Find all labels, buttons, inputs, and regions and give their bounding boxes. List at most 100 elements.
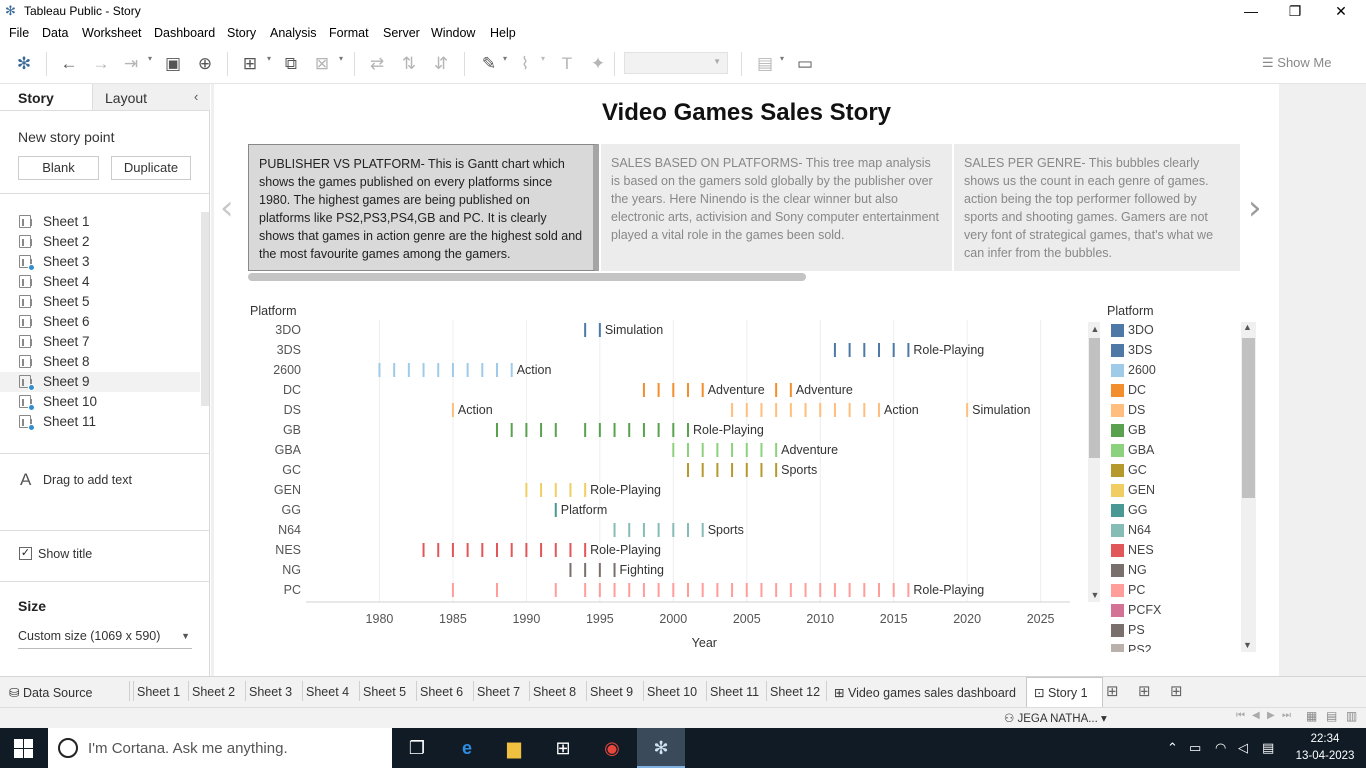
tab-dashboard[interactable]: ⊞ Video games sales dashboard [834, 685, 1016, 700]
gantt-mark[interactable] [628, 523, 631, 537]
legend-item[interactable]: PS2 [1111, 642, 1231, 652]
gantt-mark[interactable] [569, 563, 572, 577]
clear-sheet-icon[interactable]: ⊠ [311, 53, 333, 75]
tab-sheet[interactable]: Sheet 11 [710, 685, 759, 699]
wifi-icon[interactable]: ◠ [1215, 740, 1226, 756]
gantt-mark[interactable] [833, 343, 836, 357]
tab-sheet[interactable]: Sheet 3 [249, 685, 292, 699]
story-points-scrollbar[interactable] [248, 273, 806, 281]
gantt-mark[interactable] [598, 323, 601, 337]
gantt-mark[interactable] [687, 443, 689, 457]
legend-item[interactable]: DC [1111, 382, 1231, 402]
menu-window[interactable]: Window [431, 26, 475, 40]
gantt-mark[interactable] [540, 543, 543, 557]
duplicate-button[interactable]: Duplicate [111, 156, 191, 180]
show-me-button[interactable]: ☰ Show Me [1262, 55, 1331, 71]
legend-item[interactable]: 2600 [1111, 362, 1231, 382]
gantt-mark[interactable] [701, 523, 704, 537]
gantt-mark[interactable] [466, 363, 469, 377]
gantt-mark[interactable] [775, 383, 778, 397]
show-filmstrip-icon[interactable]: ▦ [1306, 709, 1317, 723]
gantt-mark[interactable] [540, 483, 543, 497]
gantt-mark[interactable] [584, 543, 587, 557]
sheet-list-item[interactable]: Sheet 7 [0, 332, 200, 352]
legend-item[interactable]: GC [1111, 462, 1231, 482]
gantt-mark[interactable] [451, 543, 454, 557]
scroll-up-icon[interactable]: ▲ [1091, 324, 1100, 334]
gantt-mark[interactable] [422, 543, 425, 557]
gantt-mark[interactable] [892, 583, 895, 597]
fit-dropdown[interactable]: ▼ [624, 52, 728, 74]
menu-worksheet[interactable]: Worksheet [82, 26, 142, 40]
gantt-mark[interactable] [878, 343, 880, 357]
gantt-mark[interactable] [554, 543, 557, 557]
gantt-mark[interactable] [598, 423, 601, 437]
tab-sheet[interactable]: Sheet 10 [647, 685, 697, 699]
gantt-mark[interactable] [819, 583, 822, 597]
duplicate-sheet-icon[interactable]: ⧉ [280, 53, 302, 75]
show-hidden-icons-icon[interactable]: ⌃ [1167, 740, 1178, 756]
replay-dropdown-icon[interactable]: ▾ [148, 54, 152, 63]
tab-sheet[interactable]: Sheet 9 [590, 685, 633, 699]
gantt-mark[interactable] [613, 583, 616, 597]
tab-sheet[interactable]: Sheet 5 [363, 685, 406, 699]
sort-descending-icon[interactable]: ⇵ [430, 53, 452, 75]
gantt-mark[interactable] [628, 423, 631, 437]
gantt-mark[interactable] [966, 403, 969, 417]
gantt-mark[interactable] [613, 423, 616, 437]
show-labels-icon[interactable]: T [556, 53, 578, 75]
sheet-list-item[interactable]: Sheet 3 [0, 252, 200, 272]
show-cards-icon[interactable]: ▤ [754, 53, 776, 75]
gantt-mark[interactable] [907, 583, 910, 597]
gantt-mark[interactable] [731, 403, 734, 417]
edge-browser-icon[interactable]: e [454, 736, 480, 760]
legend-item[interactable]: N64 [1111, 522, 1231, 542]
sheet-list-item[interactable]: Sheet 6 [0, 312, 200, 332]
volume-icon[interactable]: ◁ [1238, 740, 1248, 756]
tab-sheet[interactable]: Sheet 7 [477, 685, 520, 699]
gantt-mark[interactable] [569, 543, 572, 557]
gantt-mark[interactable] [657, 383, 660, 397]
gantt-mark[interactable] [525, 483, 528, 497]
presentation-mode-icon[interactable]: ▭ [794, 53, 816, 75]
gantt-mark[interactable] [731, 463, 734, 477]
menu-analysis[interactable]: Analysis [270, 26, 317, 40]
gantt-mark[interactable] [496, 583, 498, 597]
user-menu[interactable]: ⚇ JEGA NATHA... ▾ [1004, 711, 1107, 725]
gantt-mark[interactable] [789, 383, 792, 397]
undo-icon[interactable]: ← [58, 53, 80, 75]
highlight-icon[interactable]: ✎ [478, 53, 500, 75]
group-icon[interactable]: ⌇ [514, 53, 536, 75]
gantt-mark[interactable] [584, 563, 587, 577]
gantt-mark[interactable] [789, 583, 792, 597]
gantt-mark[interactable] [760, 583, 763, 597]
chart-scroll-thumb[interactable] [1089, 338, 1100, 458]
gantt-mark[interactable] [525, 543, 528, 557]
legend-item[interactable]: NG [1111, 562, 1231, 582]
scroll-up-icon[interactable]: ▲ [1243, 322, 1252, 332]
gantt-mark[interactable] [569, 483, 572, 497]
gantt-mark[interactable] [863, 403, 866, 417]
new-dashboard-tab-icon[interactable]: ⊞ [1138, 682, 1151, 700]
gantt-mark[interactable] [584, 423, 587, 437]
new-worksheet-icon[interactable]: ⊞ [239, 53, 261, 75]
gantt-mark[interactable] [554, 583, 557, 597]
new-worksheet-dropdown-icon[interactable]: ▾ [267, 54, 271, 63]
legend-scroll-thumb[interactable] [1242, 338, 1255, 498]
notifications-icon[interactable]: ▤ [1262, 740, 1274, 756]
gantt-mark[interactable] [672, 583, 675, 597]
chrome-icon[interactable]: ◉ [599, 736, 625, 760]
gantt-mark[interactable] [642, 523, 645, 537]
sheet-list-item[interactable]: Sheet 9 [0, 372, 200, 392]
collapse-panel-icon[interactable]: ‹ [194, 89, 198, 104]
legend-item[interactable]: GG [1111, 502, 1231, 522]
tab-sheet[interactable]: Sheet 4 [306, 685, 349, 699]
gantt-mark[interactable] [437, 543, 440, 557]
gantt-mark[interactable] [833, 403, 836, 417]
gantt-mark[interactable] [554, 483, 557, 497]
new-data-source-icon[interactable]: ⊕ [194, 53, 216, 75]
gantt-mark[interactable] [745, 443, 748, 457]
tab-story-1[interactable]: ⊡ Story 1 [1034, 685, 1088, 700]
task-view-icon[interactable]: ❐ [404, 736, 430, 760]
gantt-mark[interactable] [672, 423, 675, 437]
